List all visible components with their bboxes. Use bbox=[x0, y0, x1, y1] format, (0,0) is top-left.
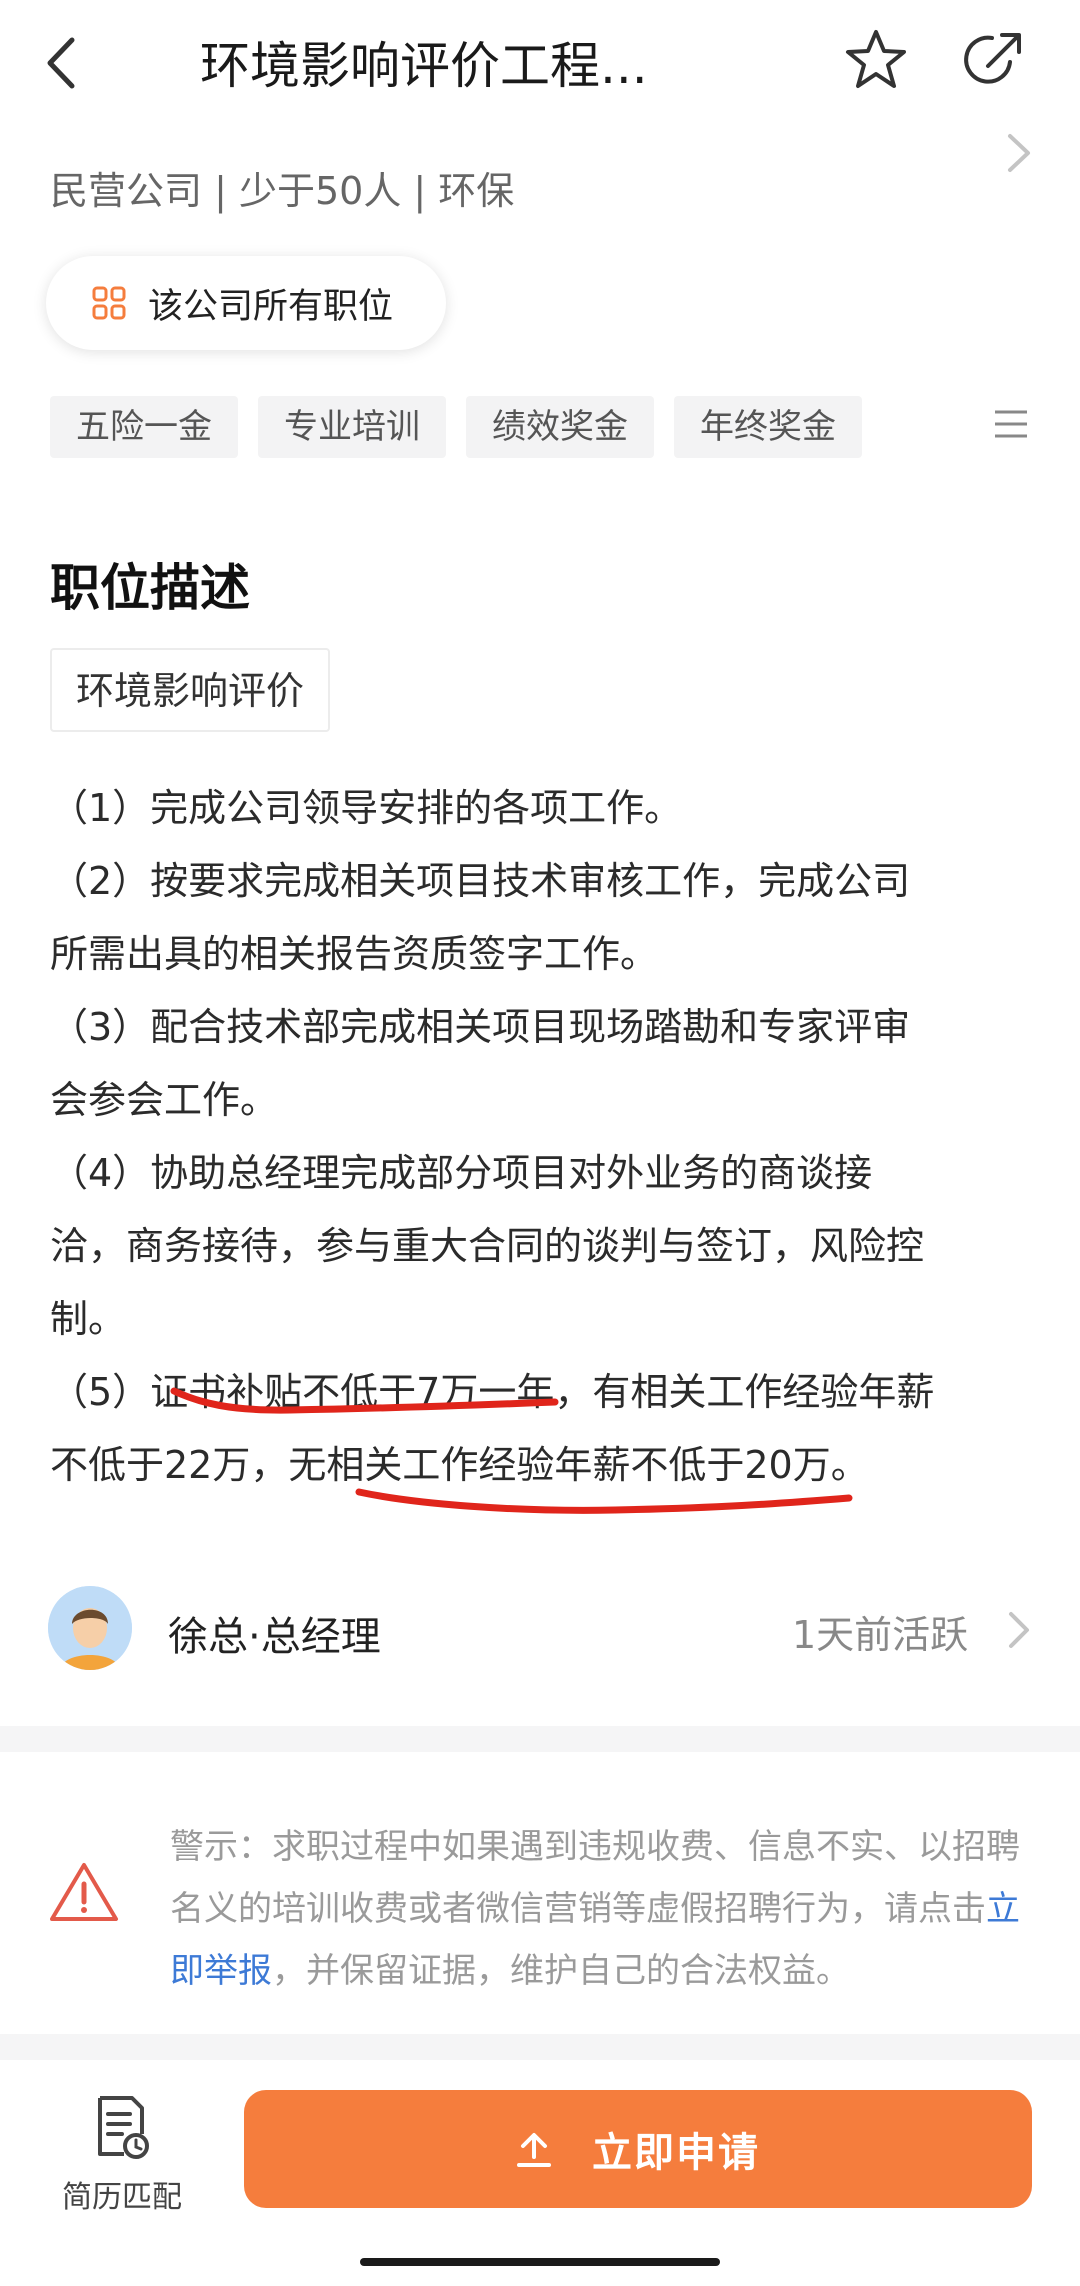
description-line: 制。 bbox=[50, 1297, 127, 1341]
description-line: 所需出具的相关报告资质签字工作。 bbox=[50, 932, 659, 976]
all-company-jobs-button[interactable]: 该公司所有职位 bbox=[46, 256, 446, 350]
benefit-tag: 年终奖金 bbox=[674, 396, 862, 458]
red-underline-annotation bbox=[355, 1484, 855, 1520]
description-line: （2）按要求完成相关项目技术审核工作，完成公司 bbox=[50, 859, 911, 903]
benefit-tags: 五险一金 专业培训 绩效奖金 年终奖金 bbox=[50, 396, 862, 458]
recruiter-active-status: 1天前活跃 bbox=[792, 1613, 969, 1657]
grid-icon bbox=[92, 286, 126, 320]
page-title: 环境影响评价工程... bbox=[200, 37, 648, 95]
description-line: （4）协助总经理完成部分项目对外业务的商谈接 bbox=[50, 1151, 873, 1195]
chevron-right-icon[interactable] bbox=[1000, 128, 1036, 178]
apply-button-label: 立即申请 bbox=[592, 2130, 760, 2176]
benefit-tag: 五险一金 bbox=[50, 396, 238, 458]
benefit-tag: 绩效奖金 bbox=[466, 396, 654, 458]
upload-icon bbox=[517, 2133, 551, 2167]
warning-text: 警示：求职过程中如果遇到违规收费、信息不实、以招聘名义的培训收费或者微信营销等虚… bbox=[170, 1816, 1040, 2002]
section-divider bbox=[0, 2034, 1080, 2060]
section-title: 职位描述 bbox=[50, 559, 250, 617]
home-indicator[interactable] bbox=[360, 2258, 720, 2266]
warning-icon bbox=[48, 1860, 120, 1924]
share-icon[interactable] bbox=[960, 26, 1028, 94]
chevron-right-icon[interactable] bbox=[1003, 1606, 1033, 1654]
benefit-tag: 专业培训 bbox=[258, 396, 446, 458]
description-line: （3）配合技术部完成相关项目现场踏勘和专家评审 bbox=[50, 1005, 911, 1049]
recruiter-name[interactable]: 徐总·总经理 bbox=[168, 1604, 381, 1662]
warning-text-part: 警示：求职过程中如果遇到违规收费、信息不实、以招聘名义的培训收费或者微信营销等虚… bbox=[170, 1827, 1020, 1929]
all-jobs-label: 该公司所有职位 bbox=[148, 286, 394, 327]
description-line: 洽，商务接待，参与重大合同的谈判与签订，风险控 bbox=[50, 1224, 925, 1268]
menu-icon[interactable] bbox=[993, 406, 1029, 442]
resume-match-icon[interactable] bbox=[94, 2092, 150, 2162]
warning-text-part: ，并保留证据，维护自己的合法权益。 bbox=[272, 1951, 850, 1991]
back-arrow-icon[interactable] bbox=[40, 28, 90, 98]
company-info: 民营公司 | 少于50人 | 环保 bbox=[50, 169, 515, 213]
job-category: 环境影响评价 bbox=[50, 648, 331, 732]
star-icon[interactable] bbox=[842, 26, 910, 94]
resume-match-label[interactable]: 简历匹配 bbox=[62, 2172, 182, 2216]
section-divider bbox=[0, 1726, 1080, 1752]
red-underline-annotation bbox=[170, 1385, 560, 1419]
description-line: 会参会工作。 bbox=[50, 1078, 279, 1122]
apply-button[interactable]: 立即申请 bbox=[244, 2090, 1032, 2208]
avatar[interactable] bbox=[48, 1586, 132, 1670]
description-line: （1）完成公司领导安排的各项工作。 bbox=[50, 786, 683, 830]
